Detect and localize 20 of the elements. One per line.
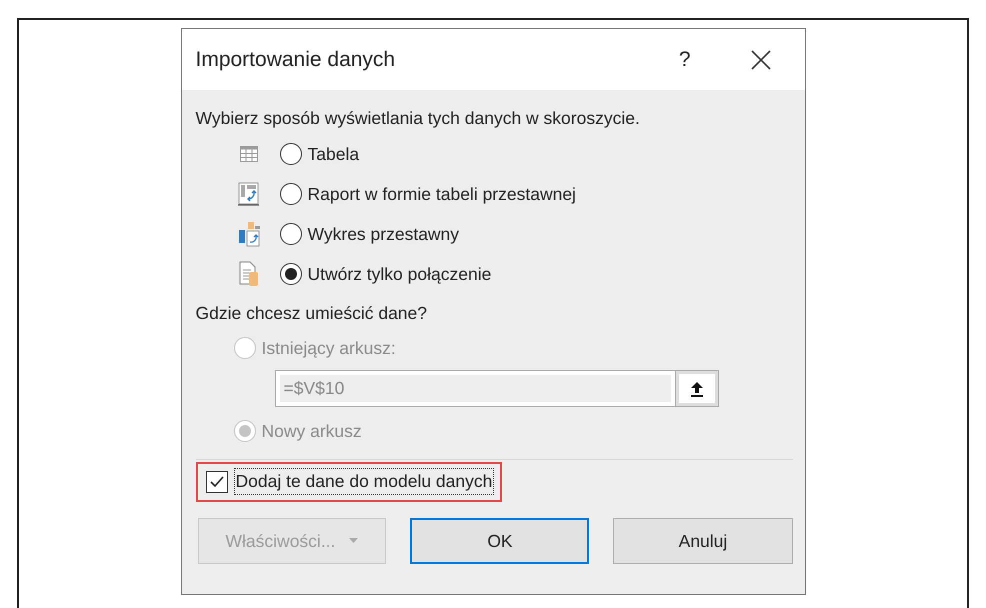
- radio-button[interactable]: [280, 263, 302, 285]
- window-title: Importowanie danych: [196, 48, 396, 72]
- pivot-table-icon: [236, 182, 262, 206]
- checkbox[interactable]: [206, 470, 228, 492]
- close-icon[interactable]: [750, 50, 770, 70]
- display-prompt: Wybierz sposób wyświetlania tych danych w skoroszycie.: [196, 108, 641, 130]
- collapse-button[interactable]: [674, 370, 718, 407]
- dialog-button[interactable]: Anuluj: [613, 518, 792, 564]
- radio-label[interactable]: Utwórz tylko połączenie: [308, 264, 492, 284]
- radio-button[interactable]: [280, 223, 302, 245]
- radio-button[interactable]: [280, 143, 302, 165]
- checkbox-label[interactable]: Dodaj te dane do modelu danych: [234, 468, 494, 495]
- radio-label[interactable]: Wykres przestawny: [308, 224, 460, 244]
- upload-arrow-icon: [690, 380, 704, 396]
- radio-button[interactable]: [280, 183, 302, 205]
- help-button[interactable]: ?: [678, 48, 690, 72]
- radio-label[interactable]: Raport w formie tabeli przestawnej: [308, 184, 576, 204]
- dialog-button[interactable]: OK: [410, 518, 590, 564]
- location-prompt: Gdzie chcesz umieścić dane?: [196, 302, 428, 324]
- radio-label[interactable]: Tabela: [308, 144, 360, 164]
